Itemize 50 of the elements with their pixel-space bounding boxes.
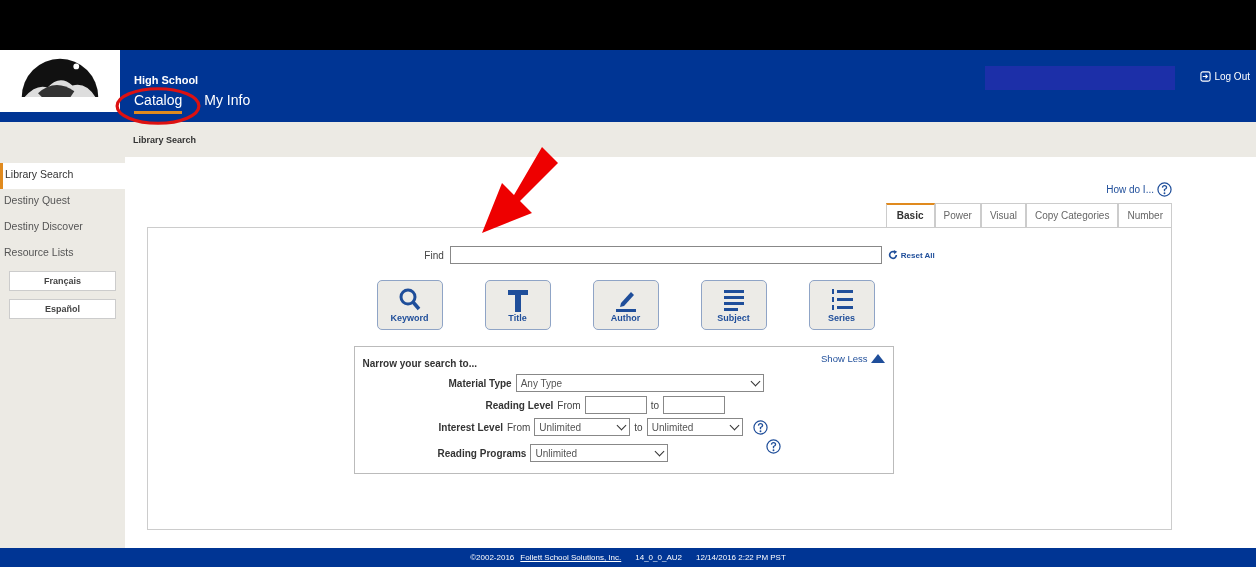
sidebar-item[interactable]: Destiny Quest xyxy=(0,189,125,215)
interest-to-select[interactable]: Unlimited xyxy=(646,418,743,436)
to-label: to xyxy=(650,399,659,411)
search-type-button[interactable]: Subject xyxy=(700,280,767,330)
search-type-button[interactable]: Author xyxy=(592,280,659,330)
input-field[interactable] xyxy=(663,396,725,414)
search-type-button[interactable]: Title xyxy=(484,280,551,330)
caret-up-icon xyxy=(870,354,885,363)
show-less-link[interactable]: Show Less xyxy=(821,353,885,364)
sidebar-item[interactable]: Resource Lists xyxy=(0,241,125,267)
field-label: Interest Level xyxy=(438,421,503,433)
logout-link[interactable]: Log Out xyxy=(1200,71,1250,82)
language-button[interactable]: Español xyxy=(9,299,116,319)
help-link[interactable]: How do I... xyxy=(1106,183,1154,195)
help-icon[interactable] xyxy=(766,438,782,454)
help-icon[interactable] xyxy=(1157,181,1172,197)
search-tab[interactable]: Basic xyxy=(885,203,935,227)
input-field[interactable] xyxy=(584,396,647,414)
search-tab[interactable]: Copy Categories xyxy=(1025,203,1119,227)
language-button[interactable]: Français xyxy=(9,271,116,291)
field-label: Reading Level xyxy=(485,399,554,411)
find-field[interactable] xyxy=(449,246,882,264)
narrow-title: Narrow your search to... xyxy=(362,358,477,369)
breadcrumb: Library Search xyxy=(133,134,197,145)
to-label: to xyxy=(634,421,643,433)
sidebar-item[interactable]: Library Search xyxy=(0,163,125,189)
version-text: 14_0_0_AU2 xyxy=(635,553,682,562)
material-type-select[interactable]: Any Type xyxy=(515,374,764,392)
reading-programs-select[interactable]: Unlimited xyxy=(530,444,669,462)
from-label: From xyxy=(557,399,581,411)
from-label: From xyxy=(507,421,531,433)
search-tab[interactable]: Number xyxy=(1118,203,1172,227)
company-link[interactable]: Follett School Solutions, Inc. xyxy=(520,553,622,562)
nav-tab[interactable]: My Info xyxy=(204,92,251,114)
field-label: Reading Programs xyxy=(437,447,527,459)
search-tab[interactable]: Power xyxy=(934,203,981,227)
school-name: High School xyxy=(134,74,200,86)
search-type-button[interactable]: Series xyxy=(808,280,875,330)
search-type-button[interactable]: Keyword xyxy=(376,280,443,330)
logout-icon xyxy=(1200,71,1212,82)
search-tab[interactable]: Visual xyxy=(980,203,1026,227)
help-icon[interactable] xyxy=(752,419,768,435)
reset-icon xyxy=(887,250,898,260)
sidebar-item[interactable]: Destiny Discover xyxy=(0,215,125,241)
interest-from-select[interactable]: Unlimited xyxy=(534,418,631,436)
field-label: Material Type xyxy=(448,377,512,389)
timestamp-text: 12/14/2016 2:22 PM PST xyxy=(696,553,786,562)
copyright-text: ©2002-2016 xyxy=(470,553,515,562)
reset-link[interactable]: Reset All xyxy=(887,250,935,260)
find-label: Find xyxy=(424,249,444,261)
